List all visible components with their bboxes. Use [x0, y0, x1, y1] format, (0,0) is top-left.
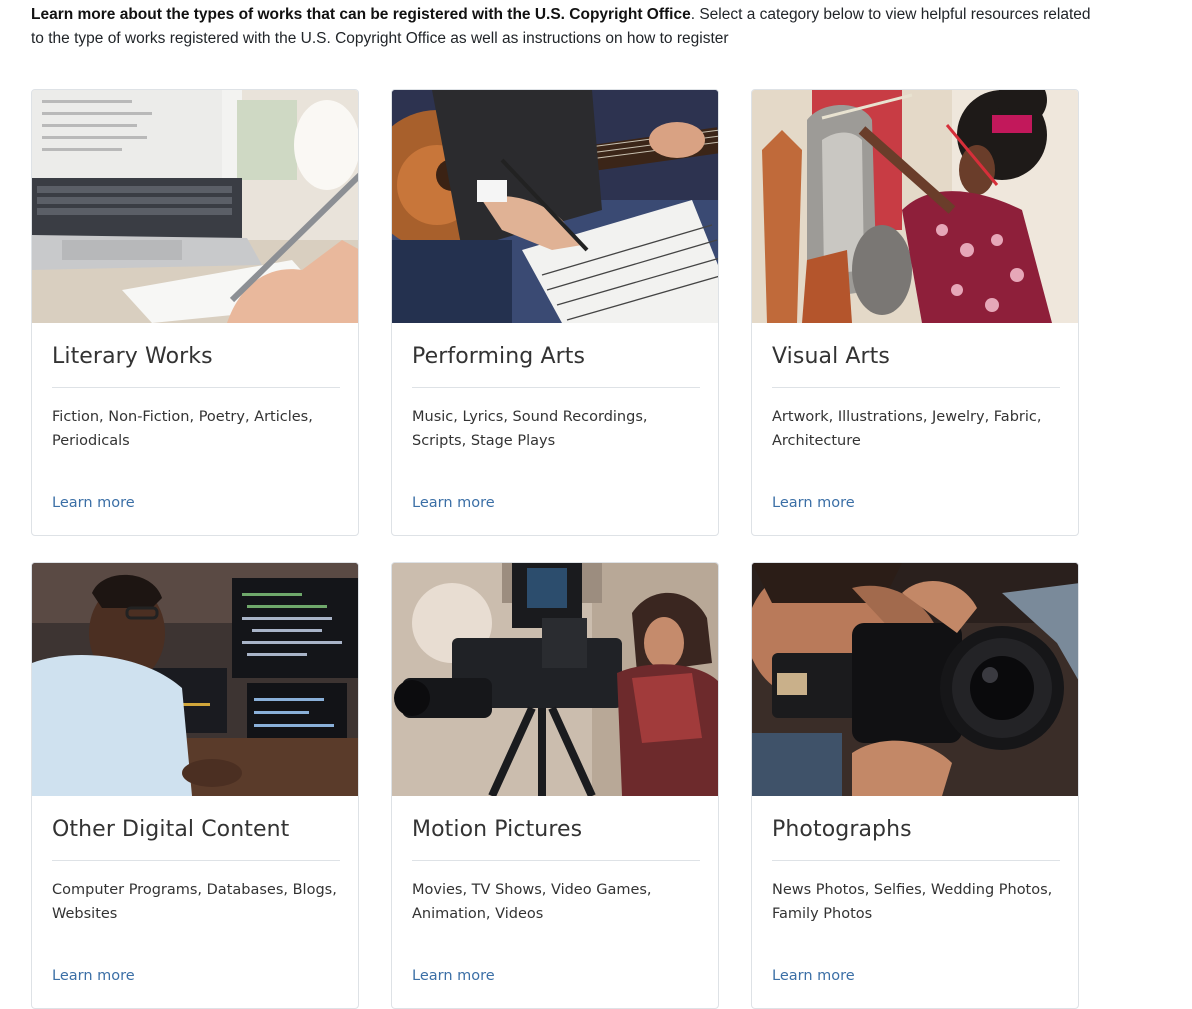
learn-more-link[interactable]: Learn more	[412, 968, 495, 984]
intro-bold: Learn more about the types of works that…	[31, 6, 691, 23]
card-description: Artwork, Illustrations, Jewelry, Fabric,…	[772, 409, 1042, 449]
learn-more-link[interactable]: Learn more	[772, 495, 855, 511]
card-visual-arts: Visual Arts Artwork, Illustrations, Jewe…	[751, 89, 1079, 536]
learn-more-link[interactable]: Learn more	[52, 968, 135, 984]
guitar-sheet-music-photo	[392, 90, 718, 323]
film-camera-photo	[392, 563, 718, 796]
divider	[52, 387, 340, 388]
learn-more-link[interactable]: Learn more	[772, 968, 855, 984]
card-title: Visual Arts	[772, 344, 890, 369]
card-performing-arts: Performing Arts Music, Lyrics, Sound Rec…	[391, 89, 719, 536]
card-description: Movies, TV Shows, Video Games, Animation…	[412, 882, 652, 922]
divider	[412, 387, 700, 388]
card-title: Motion Pictures	[412, 817, 583, 842]
card-description: Computer Programs, Databases, Blogs, Web…	[52, 882, 337, 922]
card-other-digital-content: Other Digital Content Computer Programs,…	[31, 562, 359, 1009]
laptop-writing-photo	[32, 90, 358, 323]
divider	[772, 387, 1060, 388]
card-title: Performing Arts	[412, 344, 586, 369]
divider	[412, 860, 700, 861]
card-description: News Photos, Selfies, Wedding Photos, Fa…	[772, 882, 1053, 922]
learn-more-link[interactable]: Learn more	[52, 495, 135, 511]
divider	[52, 860, 340, 861]
card-description: Music, Lyrics, Sound Recordings, Scripts…	[412, 409, 648, 449]
photographer-camera-photo	[752, 563, 1078, 796]
card-motion-pictures: Motion Pictures Movies, TV Shows, Video …	[391, 562, 719, 1009]
divider	[772, 860, 1060, 861]
card-photographs: Photographs News Photos, Selfies, Weddin…	[751, 562, 1079, 1009]
programmer-laptops-photo	[32, 563, 358, 796]
card-title: Photographs	[772, 817, 912, 842]
intro-text: Learn more about the types of works that…	[31, 3, 1091, 51]
learn-more-link[interactable]: Learn more	[412, 495, 495, 511]
card-literary-works: Literary Works Fiction, Non-Fiction, Poe…	[31, 89, 359, 536]
card-description: Fiction, Non-Fiction, Poetry, Articles, …	[52, 409, 313, 449]
card-title: Other Digital Content	[52, 817, 290, 842]
card-title: Literary Works	[52, 344, 213, 369]
painter-canvas-photo	[752, 90, 1078, 323]
